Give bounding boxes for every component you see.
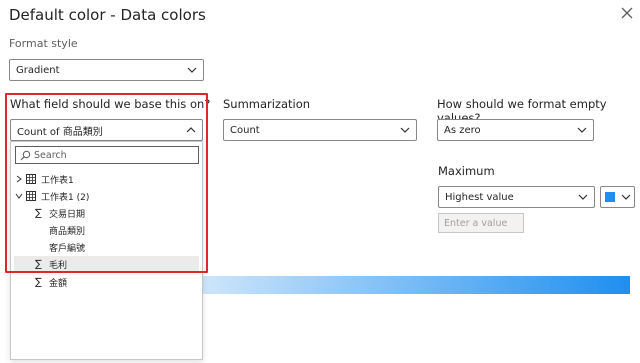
maximum-dropdown[interactable]: Highest value [438,186,595,208]
tree-item-field[interactable]: ∑ 金額 [35,274,199,290]
gradient-preview-bar [200,276,630,294]
chevron-down-icon [400,127,410,133]
tree-item-label: 工作表1 [41,175,74,186]
empty-values-dropdown[interactable]: As zero [437,119,594,141]
empty-values-value: As zero [444,124,481,136]
chevron-down-icon [187,67,197,73]
tree-item-field-selected[interactable]: ∑ 毛利 [14,256,199,272]
close-icon[interactable] [620,6,634,20]
table-icon [26,191,36,201]
base-field-label: What field should we base this on? [10,97,211,111]
tree-item-label: 交易日期 [49,209,86,220]
maximum-label: Maximum [438,164,495,178]
summarization-dropdown[interactable]: Count [223,119,417,141]
summarization-value: Count [230,124,260,136]
maximum-color-picker[interactable] [600,186,635,208]
base-field-dropdown[interactable]: Count of 商品類別 [10,119,203,141]
dialog-title: Default color - Data colors [9,6,206,24]
tree-item-label: 工作表1 (2) [41,192,90,203]
chevron-down-icon [577,127,587,133]
tree-item-field[interactable]: 商品類別 [35,222,199,238]
search-icon [20,150,31,160]
chevron-down-icon [15,193,23,199]
tree-item-field[interactable]: ∑ 交易日期 [35,205,199,221]
tree-item-label: 毛利 [49,260,68,271]
tree-item-label: 客戶編號 [49,243,86,254]
chevron-down-icon [621,194,631,200]
maximum-value: Highest value [445,191,514,203]
table-icon [26,174,36,184]
tree-item-table[interactable]: 工作表1 [15,171,199,187]
sigma-icon: ∑ [35,207,42,219]
maximum-value-input[interactable]: Enter a value [438,213,524,233]
format-style-dropdown[interactable]: Gradient [9,59,204,81]
chevron-down-icon [578,194,588,200]
tree-item-label: 商品類別 [49,226,86,237]
tree-item-label: 金額 [49,278,68,289]
tree-item-table[interactable]: 工作表1 (2) [15,188,199,204]
chevron-right-icon [16,175,22,183]
field-search-input[interactable]: Search [15,146,199,164]
base-field-value: Count of 商品類別 [17,126,103,138]
summarization-label: Summarization [223,97,311,111]
search-placeholder: Search [34,149,67,161]
format-style-label: Format style [9,37,78,50]
tree-item-field[interactable]: 客戶編號 [35,239,199,255]
sigma-icon: ∑ [35,258,42,270]
color-swatch [605,192,615,202]
chevron-up-icon [186,127,196,133]
format-style-value: Gradient [16,64,60,76]
sigma-icon: ∑ [35,276,42,288]
